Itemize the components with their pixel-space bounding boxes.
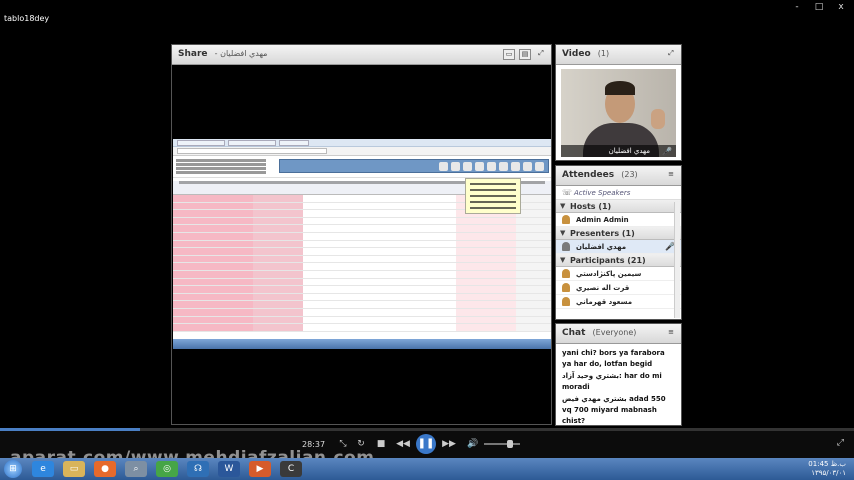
shared-table-row: [173, 270, 551, 279]
shared-table-row: [173, 263, 551, 271]
person-icon: [562, 283, 570, 292]
stop-icon[interactable]: ■: [374, 438, 388, 450]
attendees-scrollbar[interactable]: [674, 202, 680, 318]
shared-table-row: [173, 278, 551, 287]
shared-tooltip: [465, 178, 521, 214]
fullscreen-panel-icon[interactable]: ⤢: [535, 49, 547, 60]
speaker-icon: ☏: [562, 188, 573, 197]
volume-slider[interactable]: [484, 440, 520, 448]
firefox-icon[interactable]: ●: [94, 461, 116, 477]
forward-icon[interactable]: ▶▶: [442, 438, 456, 450]
ie-icon[interactable]: e: [32, 461, 54, 477]
collapse-icon: ▼: [560, 229, 566, 237]
clock-date: ۱۳۹۵/۰۳/۰۱: [811, 469, 846, 477]
presenter-item[interactable]: مهدي افضليان 🎤: [556, 240, 681, 254]
shared-table-row: [173, 255, 551, 264]
shared-table-row: [173, 217, 551, 226]
expand-icon[interactable]: ⤢: [665, 49, 677, 60]
chat-messages: yani chi? bors ya farabora ya har do, lo…: [556, 344, 681, 427]
clock: 01:45 ب.ظ ۱۳۹۵/۰۳/۰۱: [808, 460, 846, 478]
volume-icon[interactable]: 🔊: [466, 438, 480, 450]
shared-table-row: [173, 301, 551, 309]
video-panel: Video (1) ⤢ مهدي افضليان 🎤: [555, 44, 682, 161]
fullscreen-icon[interactable]: ⤢: [837, 438, 844, 448]
menu-icon[interactable]: ≡: [665, 328, 677, 339]
shared-table: [173, 195, 551, 332]
menu-icon[interactable]: ≡: [665, 170, 677, 181]
attendees-title: Attendees: [562, 170, 615, 180]
shared-table-row: [173, 248, 551, 256]
folder-icon[interactable]: ▭: [63, 461, 85, 477]
shared-screen: [173, 139, 551, 349]
participant-item[interactable]: قرت اله نصيري: [556, 281, 681, 295]
webcam-name-label: مهدي افضليان: [561, 145, 676, 157]
attendees-panel: Attendees (23) ≡ ☏ Active Speakers ▼ Hos…: [555, 165, 682, 320]
shared-taskbar: [173, 339, 551, 349]
participant-item[interactable]: سيمين پاكنژادستي: [556, 267, 681, 281]
shared-table-row: [173, 308, 551, 317]
participant-item[interactable]: مسعود قهرماني: [556, 295, 681, 309]
participants-group[interactable]: ▼ Participants (21): [556, 254, 681, 267]
active-speakers: ☏ Active Speakers: [556, 186, 681, 200]
chat-message: بشتري وحيد آزاد: har do mi moradi: [562, 372, 662, 391]
video-title: Video: [562, 49, 591, 59]
network-icon[interactable]: ☊: [187, 461, 209, 477]
shared-table-row: [173, 232, 551, 241]
webcam-feed: مهدي افضليان 🎤: [561, 69, 676, 157]
chat-panel: Chat (Everyone) ≡ yani chi? bors ya fara…: [555, 323, 682, 426]
os-taskbar: ⊞ e ▭ ● ⌕ ◎ ☊ W ▶ C 01:45 ب.ظ ۱۳۹۵/۰۳/۰۱: [0, 458, 854, 480]
close-icon[interactable]: x: [836, 2, 846, 12]
chat-scope: (Everyone): [592, 328, 637, 337]
progress-bar[interactable]: [0, 428, 854, 431]
chat-message: بشتري مهدي فيض adad 550 vq 700 miyard ma…: [562, 395, 666, 425]
window-title: tablo18dey: [4, 14, 50, 23]
share-panel: Share - مهدي افضليان ▭ ▤ ⤢: [171, 44, 552, 425]
chat-message: yani chi? bors ya farabora ya har do, lo…: [562, 349, 665, 368]
collapse-icon: ▼: [560, 256, 566, 264]
clock-time: 01:45 ب.ظ: [808, 460, 846, 468]
share-presenter: - مهدي افضليان: [214, 49, 268, 58]
chrome-icon[interactable]: ◎: [156, 461, 178, 477]
pause-icon[interactable]: ❚❚: [416, 434, 436, 454]
shared-table-row: [173, 324, 551, 332]
mic-icon: 🎤: [662, 147, 672, 156]
person-icon: [562, 242, 570, 251]
maximize-icon[interactable]: □: [814, 2, 824, 12]
shared-table-row: [173, 316, 551, 325]
hosts-group[interactable]: ▼ Hosts (1): [556, 200, 681, 213]
share-header: Share - مهدي افضليان ▭ ▤ ⤢: [172, 45, 551, 65]
share-title: Share: [178, 49, 208, 59]
chat-title: Chat: [562, 328, 586, 338]
start-icon[interactable]: ⊞: [4, 460, 22, 478]
video-count: (1): [597, 49, 610, 58]
collapse-icon: ▼: [560, 202, 566, 210]
media-icon[interactable]: ▶: [249, 461, 271, 477]
minimize-icon[interactable]: -: [792, 2, 802, 12]
rewind-icon[interactable]: ◀◀: [396, 438, 410, 450]
shared-table-row: [173, 286, 551, 294]
screen-icon[interactable]: ▤: [519, 49, 531, 60]
shared-table-row: [173, 293, 551, 302]
layout-icon[interactable]: ▭: [503, 49, 515, 60]
search-icon[interactable]: ⌕: [125, 461, 147, 477]
person-icon: [562, 269, 570, 278]
attendees-count: (23): [621, 170, 638, 179]
shared-table-row: [173, 225, 551, 233]
person-icon: [562, 297, 570, 306]
presenters-group[interactable]: ▼ Presenters (1): [556, 227, 681, 240]
window-titlebar: tablo18dey - □ x: [0, 0, 854, 42]
app-icon[interactable]: C: [280, 461, 302, 477]
person-icon: [562, 215, 570, 224]
shared-table-row: [173, 240, 551, 249]
host-item[interactable]: Admin Admin: [556, 213, 681, 227]
word-icon[interactable]: W: [218, 461, 240, 477]
